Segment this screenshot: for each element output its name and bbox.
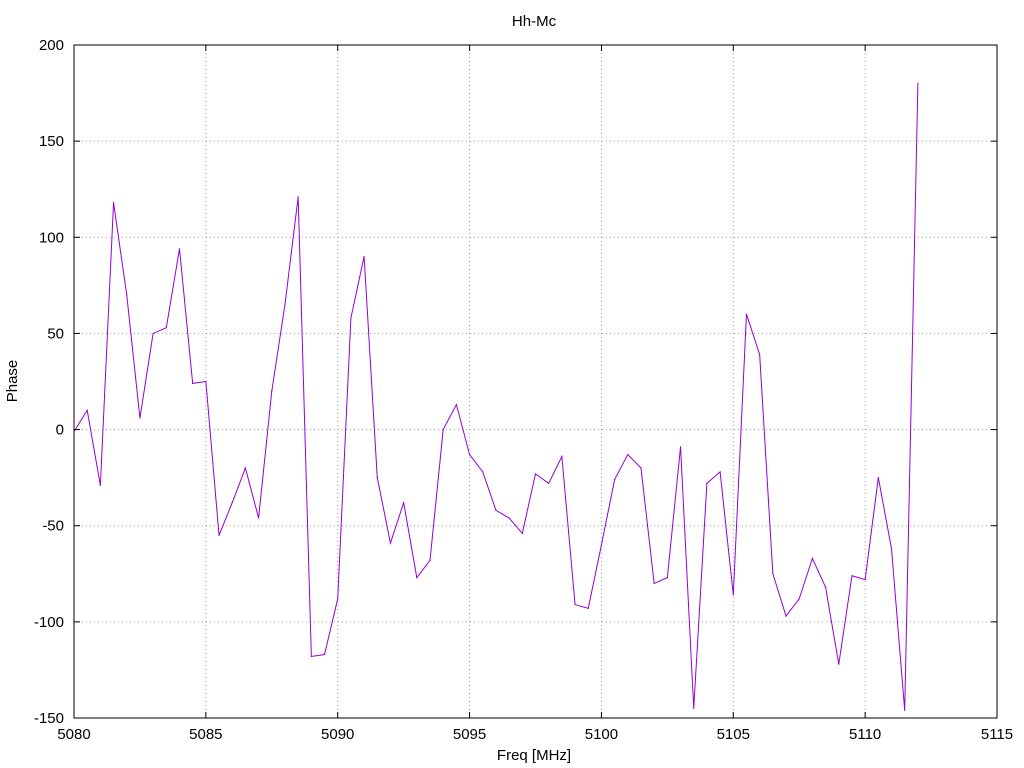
data-point [86, 409, 88, 411]
data-point [548, 482, 550, 485]
data-point [495, 509, 497, 511]
data-point [534, 473, 537, 475]
data-point [521, 532, 523, 535]
data-point [218, 534, 220, 536]
data-point [627, 453, 629, 456]
x-axis-label: Freq [MHz] [497, 747, 571, 764]
x-tick-label: 5090 [321, 726, 354, 743]
y-tick-label: 100 [39, 229, 64, 246]
data-point [152, 332, 154, 335]
data-point [600, 544, 603, 546]
data-point [310, 655, 312, 658]
data-point [719, 471, 721, 473]
x-tick-label: 5105 [717, 726, 750, 743]
data-point [416, 577, 418, 579]
data-point [468, 453, 471, 456]
y-tick-label: -50 [42, 518, 64, 535]
data-point [877, 477, 879, 479]
data-point [376, 477, 378, 479]
y-axis-label: Phase [4, 360, 21, 403]
data-point [824, 586, 827, 588]
data-point [614, 478, 616, 481]
data-point [389, 542, 392, 544]
y-tick-label: 200 [39, 37, 64, 54]
data-point [112, 202, 115, 204]
data-point [165, 327, 167, 329]
y-tick-label: 150 [39, 133, 64, 150]
x-tick-label: 5080 [57, 726, 90, 743]
data-point [785, 615, 787, 617]
chart-title: Hh-Mc [512, 13, 557, 30]
x-tick-label: 5110 [849, 726, 881, 743]
data-point [864, 578, 866, 581]
data-point [679, 446, 682, 448]
data-point [178, 248, 181, 250]
data-point [851, 575, 853, 577]
x-tick-label: 5100 [585, 726, 618, 743]
data-point [126, 294, 128, 296]
data-point [231, 502, 233, 504]
data-point [904, 709, 906, 711]
data-point [666, 577, 668, 579]
data-point [297, 196, 299, 198]
x-tick-label: 5085 [189, 726, 222, 743]
y-tick-label: -150 [34, 710, 64, 727]
data-point [258, 517, 260, 519]
data-point [811, 557, 814, 560]
chart: 5080 5085 5090 5095 5100 5105 5110 5115 -150 -100… [0, 0, 1024, 768]
data-point [363, 255, 365, 258]
data-point [205, 380, 207, 383]
data-point [271, 390, 273, 392]
data-point [284, 303, 286, 306]
data-point [693, 707, 695, 709]
data-point [732, 594, 734, 596]
data-point [482, 471, 484, 473]
data-point [508, 517, 510, 519]
data-point [455, 403, 457, 406]
data-point [442, 428, 444, 431]
data-point [244, 467, 247, 469]
data-point [429, 559, 431, 561]
data-point [561, 455, 563, 458]
data-point [759, 353, 761, 356]
data-point [917, 82, 919, 85]
data-point [640, 467, 642, 469]
x-tick-label: 5115 [981, 726, 1013, 743]
data-point [323, 653, 326, 656]
data-point [653, 582, 655, 585]
data-point [337, 598, 339, 600]
data-point [192, 382, 194, 385]
data-point [890, 548, 893, 550]
y-tick-label: 0 [56, 422, 64, 439]
data-point [798, 598, 800, 600]
x-tick-label: 5095 [453, 726, 486, 743]
data-point [99, 484, 101, 486]
data-point [350, 317, 352, 319]
data-point [403, 502, 405, 504]
data-point [838, 663, 840, 665]
data-point [772, 573, 774, 575]
y-tick-label: -100 [34, 614, 64, 631]
data-point [139, 417, 141, 419]
y-tick-label: 50 [47, 325, 64, 342]
data-point [587, 607, 589, 610]
data-point [745, 313, 748, 315]
data-point [706, 482, 708, 485]
chart-background [0, 0, 1024, 768]
data-point [574, 603, 576, 606]
